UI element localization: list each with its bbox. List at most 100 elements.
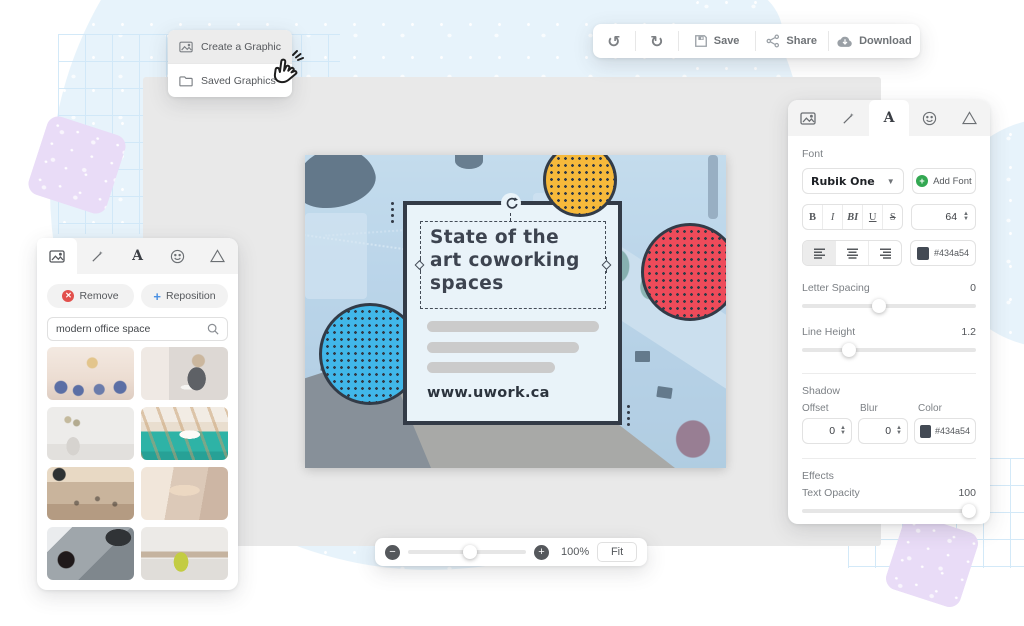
shadow-color-value: #434a54 — [935, 426, 970, 436]
underline-button[interactable]: U — [863, 205, 883, 229]
rotate-handle-icon[interactable] — [501, 193, 521, 213]
stepper-arrows-icon[interactable]: ▲▼ — [896, 426, 902, 436]
tab-text[interactable]: A — [869, 100, 909, 136]
undo-icon: ↺ — [607, 32, 620, 51]
save-button[interactable]: Save — [679, 24, 755, 58]
shadow-offset-label: Offset — [802, 403, 852, 414]
undo-button[interactable]: ↺ — [593, 24, 635, 58]
line-height-slider[interactable] — [802, 343, 976, 357]
tab-stickers[interactable] — [909, 100, 949, 136]
zoom-level-value: 100% — [561, 546, 589, 558]
thumbnail-image[interactable] — [47, 467, 134, 520]
font-size-field[interactable]: 64 ▲▼ — [911, 204, 976, 230]
tab-images[interactable] — [788, 100, 828, 136]
decor-dots — [391, 202, 394, 223]
tab-stickers[interactable] — [158, 238, 198, 274]
canvas-heading-text[interactable]: State of the art coworking spaces — [430, 227, 596, 296]
text-settings-panel: A Font Rubik One ▼ + Add Font B I — [788, 100, 990, 524]
fit-button[interactable]: Fit — [597, 542, 637, 562]
design-canvas[interactable]: State of the art coworking spaces www.uw… — [305, 155, 726, 468]
italic-button[interactable]: I — [823, 205, 843, 229]
remove-icon: ✕ — [62, 290, 74, 302]
font-name: Rubik One — [811, 175, 875, 188]
download-label: Download — [859, 35, 912, 47]
thumbnail-image[interactable] — [47, 347, 134, 400]
shadow-offset-value: 0 — [829, 425, 835, 437]
text-color-value: #434a54 — [934, 248, 969, 258]
decor-dots — [627, 405, 630, 426]
thumbnail-image[interactable] — [141, 527, 228, 580]
color-swatch — [917, 247, 929, 260]
top-toolbar: ↺ ↻ Save Share Download — [593, 24, 920, 58]
letter-spacing-value: 0 — [970, 282, 976, 294]
text-selection-box[interactable]: State of the art coworking spaces — [420, 221, 606, 309]
tab-images[interactable] — [37, 238, 77, 274]
right-panel-tabbar: A — [788, 100, 990, 136]
search-icon — [207, 323, 219, 335]
create-menu: Create a Graphic Saved Graphics — [168, 30, 292, 97]
tab-shapes[interactable] — [950, 100, 990, 136]
zoom-bar: − + 100% Fit — [375, 538, 647, 566]
line-height-value: 1.2 — [961, 326, 976, 338]
rotate-handle-stem — [510, 213, 511, 221]
stepper-arrows-icon[interactable]: ▲▼ — [963, 212, 969, 222]
shadow-blur-label: Blur — [860, 403, 910, 414]
font-family-select[interactable]: Rubik One ▼ — [802, 168, 904, 194]
thumbnail-image[interactable] — [141, 347, 228, 400]
download-button[interactable]: Download — [829, 24, 920, 58]
share-label: Share — [786, 35, 817, 47]
menu-item-create-a-graphic[interactable]: Create a Graphic — [168, 30, 292, 63]
tab-magic-wand[interactable] — [828, 100, 868, 136]
design-text-card[interactable]: State of the art coworking spaces www.uw… — [403, 201, 622, 425]
tab-shapes[interactable] — [198, 238, 238, 274]
images-panel: A ✕ Remove + Reposition — [37, 238, 238, 590]
shadow-color-field[interactable]: #434a54 — [914, 418, 976, 444]
bold-button[interactable]: B — [803, 205, 823, 229]
reposition-button[interactable]: + Reposition — [141, 284, 228, 308]
align-right-button[interactable] — [869, 241, 901, 265]
zoom-out-button[interactable]: − — [385, 545, 400, 560]
zoom-in-button[interactable]: + — [534, 545, 549, 560]
align-center-button[interactable] — [836, 241, 869, 265]
left-panel-tabbar: A — [37, 238, 238, 274]
thumbnail-image[interactable] — [141, 407, 228, 460]
search-input[interactable] — [56, 323, 207, 335]
placeholder-text-bar — [427, 342, 579, 353]
thumbnail-image[interactable] — [141, 467, 228, 520]
shadow-blur-field[interactable]: 0 ▲▼ — [858, 418, 908, 444]
tab-magic-wand[interactable] — [77, 238, 117, 274]
zoom-slider[interactable] — [408, 545, 526, 559]
menu-item-saved-graphics[interactable]: Saved Graphics — [168, 64, 292, 97]
selection-handle-left[interactable] — [415, 260, 425, 270]
share-button[interactable]: Share — [756, 24, 828, 58]
text-align-group — [802, 240, 902, 266]
remove-button[interactable]: ✕ Remove — [47, 284, 134, 308]
selection-handle-right[interactable] — [602, 260, 612, 270]
strikethrough-button[interactable]: S — [883, 205, 902, 229]
image-actions-row: ✕ Remove + Reposition — [37, 274, 238, 308]
text-opacity-label: Text Opacity — [802, 487, 860, 499]
shadow-blur-value: 0 — [885, 425, 891, 437]
align-left-button[interactable] — [803, 241, 836, 265]
stepper-arrows-icon[interactable]: ▲▼ — [840, 426, 846, 436]
graphic-editor-app: State of the art coworking spaces www.uw… — [0, 0, 1024, 626]
shadow-color-label: Color — [918, 403, 942, 414]
text-color-field[interactable]: #434a54 — [910, 240, 976, 266]
canvas-url-text[interactable]: www.uwork.ca — [427, 385, 550, 401]
text-opacity-slider[interactable] — [802, 504, 976, 518]
thumbnail-image[interactable] — [47, 527, 134, 580]
shadow-offset-field[interactable]: 0 ▲▼ — [802, 418, 852, 444]
image-search-box — [47, 317, 228, 341]
tab-text[interactable]: A — [117, 238, 157, 274]
add-font-button[interactable]: + Add Font — [912, 168, 976, 194]
image-icon — [179, 41, 193, 53]
text-opacity-value: 100 — [958, 487, 976, 499]
bold-italic-button[interactable]: BI — [843, 205, 863, 229]
effects-section-label: Effects — [802, 470, 976, 482]
letter-spacing-slider[interactable] — [802, 299, 976, 313]
thumbnail-image[interactable] — [47, 407, 134, 460]
redo-button[interactable]: ↻ — [636, 24, 678, 58]
redo-icon: ↻ — [650, 32, 663, 51]
save-label: Save — [714, 35, 740, 47]
folder-icon — [179, 75, 193, 87]
